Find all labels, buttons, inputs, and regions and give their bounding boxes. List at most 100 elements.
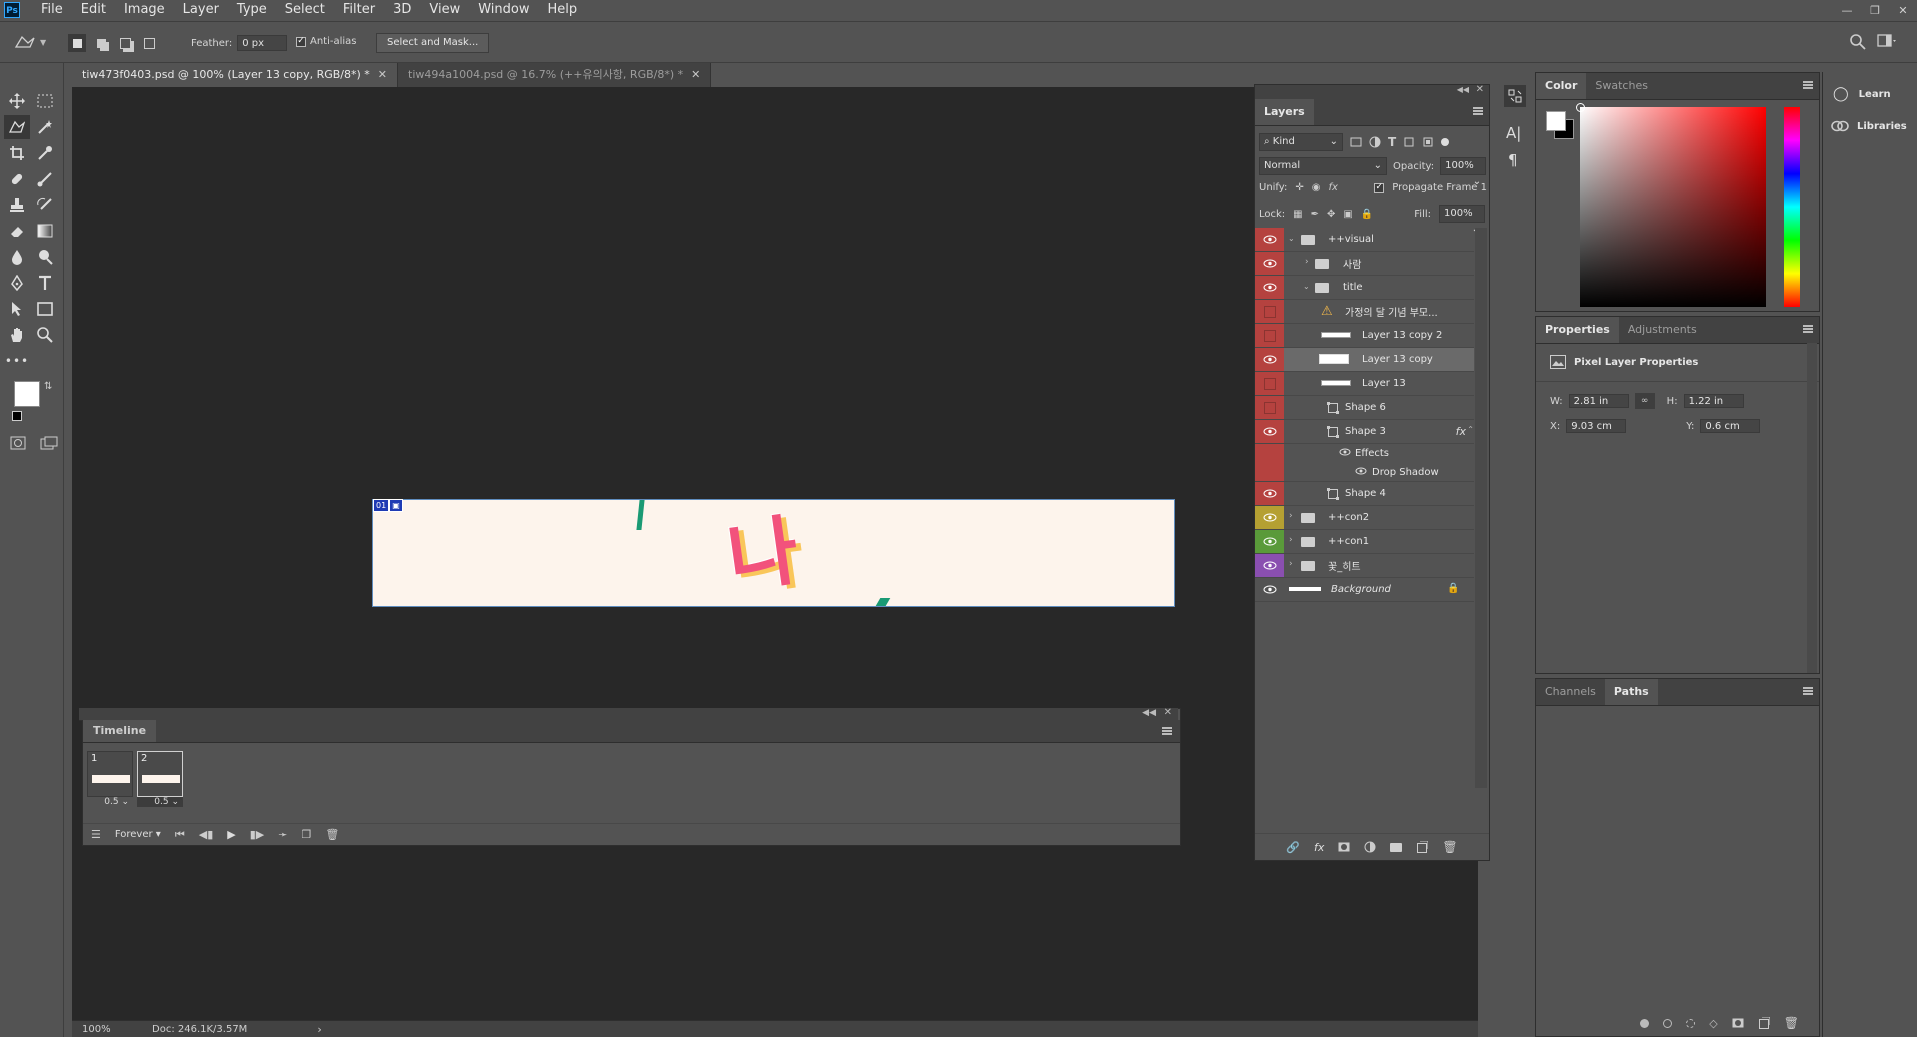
tool-preset-picker[interactable]: ▼ [14, 34, 46, 50]
workspace-icon[interactable] [1877, 34, 1897, 48]
fill-input[interactable]: 100%⌄ [1439, 205, 1485, 235]
lock-position-icon[interactable]: ✥ [1327, 209, 1335, 220]
duplicate-frame-icon[interactable]: ❐ [301, 828, 311, 841]
clone-stamp-icon[interactable] [4, 193, 30, 217]
antialias-checkbox[interactable] [296, 36, 306, 47]
paragraph-panel-icon[interactable]: ¶ [1508, 151, 1518, 169]
menu-type[interactable]: Type [228, 0, 276, 20]
visibility-toggle[interactable] [1255, 372, 1284, 395]
delete-frame-icon[interactable]: 🗑 [325, 828, 339, 841]
filter-adjustment-icon[interactable] [1369, 136, 1381, 148]
tab-paths[interactable]: Paths [1604, 679, 1658, 705]
chevron-right-icon[interactable]: › [1305, 257, 1309, 267]
filter-shape-icon[interactable] [1403, 136, 1415, 148]
layer-row-layer13-copy[interactable]: Layer 13 copy [1255, 348, 1474, 372]
propagate-frame-checkbox[interactable] [1374, 182, 1385, 193]
load-selection-icon[interactable] [1686, 1018, 1696, 1028]
lock-transparency-icon[interactable]: ▦ [1293, 209, 1302, 220]
stroke-path-icon[interactable] [1663, 1018, 1673, 1028]
feather-input[interactable]: 0 px [237, 35, 288, 51]
panel-menu-icon[interactable] [1803, 81, 1813, 89]
pen-tool-icon[interactable] [4, 271, 30, 295]
visibility-toggle[interactable] [1255, 396, 1284, 419]
timeline-tab[interactable]: Timeline [83, 720, 157, 742]
visibility-eye-icon[interactable] [1255, 228, 1284, 251]
visibility-eye-icon[interactable] [1255, 530, 1284, 553]
history-panel-icon[interactable] [1504, 85, 1526, 107]
panel-menu-icon[interactable] [1803, 687, 1813, 695]
menu-3d[interactable]: 3D [384, 0, 420, 20]
lasso-tool-icon[interactable] [4, 115, 30, 139]
layer-row-con2[interactable]: › ++con2 [1255, 506, 1474, 530]
foreground-color-swatch[interactable] [1546, 111, 1566, 131]
play-icon[interactable]: ▶ [227, 828, 235, 841]
type-tool-icon[interactable] [32, 271, 58, 295]
y-input[interactable]: 0.6 cm [1700, 419, 1761, 433]
lock-artboard-icon[interactable]: ▣ [1343, 209, 1352, 220]
x-input[interactable]: 9.03 cm [1566, 419, 1627, 433]
visibility-toggle[interactable] [1255, 324, 1284, 347]
layer-row-layer13-copy2[interactable]: Layer 13 copy 2 [1255, 324, 1474, 348]
tab-properties[interactable]: Properties [1536, 317, 1619, 343]
visibility-eye-icon[interactable] [1255, 554, 1284, 577]
add-style-icon[interactable]: fx [1314, 841, 1324, 854]
layer-row-title[interactable]: ⌄ title [1255, 276, 1474, 300]
tween-icon[interactable]: ➛ [278, 828, 287, 841]
fill-path-icon[interactable] [1640, 1018, 1650, 1028]
unify-style-icon[interactable]: fx [1328, 182, 1337, 193]
chevron-right-icon[interactable]: › [317, 1023, 321, 1036]
close-panel-icon[interactable]: ✕ [1164, 707, 1172, 718]
frame-2[interactable]: 2 0.5 ⌄ [137, 751, 183, 807]
swap-colors-icon[interactable]: ⇅ [44, 381, 52, 392]
default-colors-icon[interactable] [12, 411, 22, 421]
rectangle-tool-icon[interactable] [32, 297, 58, 321]
make-workpath-icon[interactable]: ◇ [1709, 1017, 1717, 1030]
path-selection-icon[interactable] [4, 297, 30, 321]
chevron-up-icon[interactable]: ⌃ [1467, 425, 1474, 434]
eraser-icon[interactable] [4, 219, 30, 243]
visibility-eye-icon[interactable] [1255, 420, 1284, 443]
visibility-eye-icon[interactable] [1255, 506, 1284, 529]
tab-adjustments[interactable]: Adjustments [1619, 317, 1706, 343]
tab-channels[interactable]: Channels [1536, 679, 1605, 705]
height-input[interactable]: 1.22 in [1683, 394, 1744, 408]
learn-item[interactable]: ◯ Learn [1833, 86, 1891, 102]
magic-wand-icon[interactable] [32, 115, 58, 139]
blur-tool-icon[interactable] [4, 245, 30, 269]
chevron-down-icon[interactable]: ⌄ [1288, 234, 1295, 243]
close-panel-icon[interactable]: ✕ [1476, 84, 1484, 95]
prev-frame-icon[interactable]: ◀▮ [199, 828, 214, 841]
next-frame-icon[interactable]: ▮▶ [250, 828, 265, 841]
intersect-selection-icon[interactable] [140, 34, 158, 52]
menu-filter[interactable]: Filter [334, 0, 384, 20]
unify-position-icon[interactable]: ✛ [1295, 182, 1303, 193]
crop-tool-icon[interactable] [4, 141, 30, 165]
menu-window[interactable]: Window [469, 0, 538, 20]
properties-scrollbar[interactable] [1807, 343, 1817, 673]
subtract-selection-icon[interactable] [116, 34, 134, 52]
color-picker-cursor[interactable] [1576, 103, 1585, 112]
effect-eye-icon[interactable] [1355, 467, 1367, 475]
tab-document-1[interactable]: tiw473f0403.psd @ 100% (Layer 13 copy, R… [72, 63, 398, 87]
artwork-canvas[interactable]: 나 [372, 499, 1175, 607]
link-layers-icon[interactable]: 🔗 [1286, 841, 1300, 854]
close-tab-icon[interactable]: ✕ [378, 68, 387, 81]
filter-smartobject-icon[interactable] [1422, 136, 1434, 148]
gradient-icon[interactable] [32, 219, 58, 243]
search-icon[interactable] [1849, 33, 1867, 51]
filter-type-icon[interactable]: T [1388, 135, 1396, 149]
width-input[interactable]: 2.81 in [1568, 394, 1629, 408]
new-layer-icon[interactable] [1416, 841, 1429, 853]
tab-color[interactable]: Color [1536, 73, 1587, 99]
menu-file[interactable]: File [32, 0, 72, 20]
menu-edit[interactable]: Edit [72, 0, 115, 20]
frame-delay[interactable]: 0.5 ⌄ [87, 797, 133, 807]
blend-mode-select[interactable]: Normal ⌄ [1259, 157, 1387, 175]
new-group-icon[interactable] [1390, 842, 1403, 852]
dodge-tool-icon[interactable] [32, 245, 58, 269]
delete-path-icon[interactable]: 🗑 [1784, 1016, 1799, 1030]
layer-row-text[interactable]: ⚠ 가정의 달 기념 부모... [1255, 300, 1474, 324]
visibility-eye-icon[interactable] [1255, 252, 1284, 275]
frame-1[interactable]: 1 0.5 ⌄ [87, 751, 133, 807]
select-and-mask-button[interactable]: Select and Mask... [376, 33, 490, 53]
